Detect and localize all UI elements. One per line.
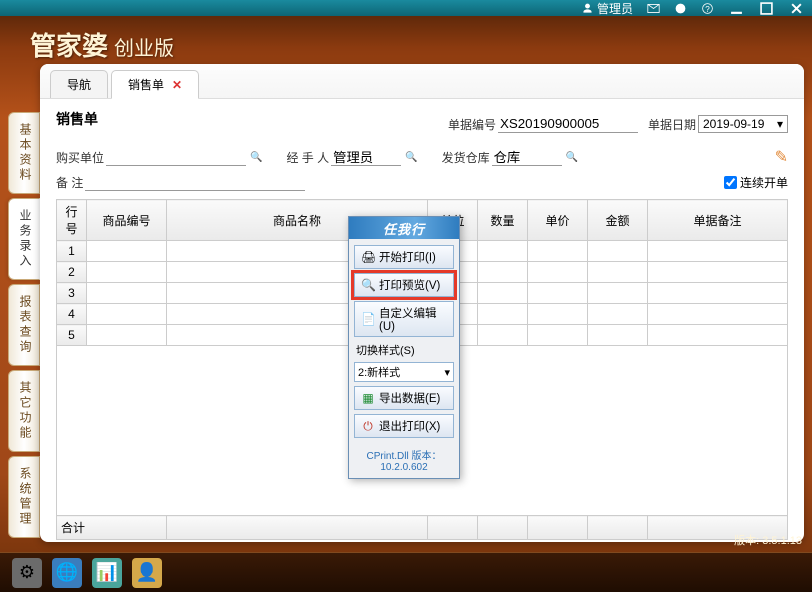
chevron-down-icon: ▾ <box>777 117 783 131</box>
minimize-button[interactable] <box>728 1 744 15</box>
chevron-down-icon: ▾ <box>444 366 450 379</box>
order-date-label: 单据日期 <box>648 116 696 133</box>
warehouse-label: 发货仓库 <box>442 149 490 166</box>
help-icon[interactable]: ? <box>701 2 714 15</box>
title-bar: 管理员 ? <box>0 0 812 16</box>
order-no-field[interactable] <box>498 115 638 133</box>
edit-template-icon: 📄 <box>361 312 375 326</box>
start-print-label: 开始打印(I) <box>379 249 436 265</box>
printer-icon: 🖨 <box>361 250 375 264</box>
exit-print-button[interactable]: ⏻ 退出打印(X) <box>354 414 454 438</box>
tab-sales-order-label: 销售单 <box>128 76 164 93</box>
print-dialog: 任我行 🖨 开始打印(I) 🔍 打印预览(V) 📄 自定义编辑(U) 切换样式(… <box>348 216 460 479</box>
weibo-icon[interactable] <box>674 2 687 15</box>
task-icon-4[interactable]: 👤 <box>132 558 162 588</box>
preview-icon: 🔍 <box>361 278 375 292</box>
export-label: 导出数据(E) <box>379 390 440 406</box>
col-rownum: 行号 <box>57 200 87 241</box>
tab-basic-info[interactable]: 基本资料 <box>8 112 40 194</box>
user-indicator[interactable]: 管理员 <box>581 0 633 17</box>
order-no-label: 单据编号 <box>448 116 496 133</box>
custom-edit-label: 自定义编辑(U) <box>379 305 447 333</box>
continuous-checkbox-input[interactable] <box>724 176 737 189</box>
content-tabs: 导航 销售单 ✕ <box>40 64 804 99</box>
rownum-cell: 4 <box>57 304 87 325</box>
col-code: 商品编号 <box>87 200 167 241</box>
order-date-field[interactable]: 2019-09-19 ▾ <box>698 115 788 133</box>
col-remark: 单据备注 <box>648 200 788 241</box>
edit-icon[interactable]: ✎ <box>775 147 788 167</box>
tab-other[interactable]: 其它功能 <box>8 370 40 452</box>
continuous-label: 连续开单 <box>740 174 788 191</box>
task-icon-3[interactable]: 📊 <box>92 558 122 588</box>
rownum-cell: 5 <box>57 325 87 346</box>
user-label: 管理员 <box>597 0 633 17</box>
footer-label: 合计 <box>57 516 167 540</box>
buyer-label: 购买单位 <box>56 149 104 166</box>
continuous-checkbox[interactable]: 连续开单 <box>724 174 788 191</box>
tab-sales-order[interactable]: 销售单 ✕ <box>111 70 199 99</box>
col-qty: 数量 <box>478 200 528 241</box>
handler-label: 经 手 人 <box>286 149 329 166</box>
print-preview-button[interactable]: 🔍 打印预览(V) <box>354 273 454 297</box>
handler-field[interactable] <box>331 148 401 166</box>
version-label: 版本: 3.5.1.13 <box>734 532 802 548</box>
app-edition: 创业版 <box>114 32 174 61</box>
order-date-value: 2019-09-19 <box>703 117 764 131</box>
col-amount: 金额 <box>588 200 648 241</box>
warehouse-field[interactable] <box>492 148 562 166</box>
tab-reports[interactable]: 报表查询 <box>8 284 40 366</box>
switch-style-label: 切换样式(S) <box>354 341 454 358</box>
dialog-footer: CPrint.Dll 版本：10.2.0.602 <box>349 444 459 478</box>
exit-print-label: 退出打印(X) <box>379 418 440 434</box>
rownum-cell: 2 <box>57 262 87 283</box>
dialog-banner: 任我行 <box>349 217 459 239</box>
col-price: 单价 <box>528 200 588 241</box>
form-area: 销售单 单据编号 单据日期 2019-09-19 ▾ <box>40 99 804 199</box>
side-nav: 基本资料 业务录入 报表查询 其它功能 系统管理 <box>8 64 40 542</box>
mail-icon[interactable] <box>647 2 660 15</box>
export-icon: ▦ <box>361 391 375 405</box>
close-button[interactable] <box>788 1 804 15</box>
style-value: 2:新样式 <box>358 364 400 380</box>
exit-icon: ⏻ <box>361 419 375 434</box>
tab-navigation-label: 导航 <box>67 76 91 93</box>
page-title: 销售单 <box>56 109 98 129</box>
task-icon-2[interactable]: 🌐 <box>52 558 82 588</box>
note-label: 备 注 <box>56 174 83 191</box>
rownum-cell: 1 <box>57 241 87 262</box>
maximize-button[interactable] <box>758 1 774 15</box>
print-preview-label: 打印预览(V) <box>379 277 440 293</box>
lookup-icon[interactable]: 🔍 <box>250 152 262 163</box>
custom-edit-button[interactable]: 📄 自定义编辑(U) <box>354 301 454 337</box>
tab-business-entry[interactable]: 业务录入 <box>8 198 40 280</box>
lookup-icon[interactable]: 🔍 <box>566 152 578 163</box>
taskbar: ⚙ 🌐 📊 👤 <box>0 552 812 592</box>
note-field[interactable] <box>85 173 305 191</box>
svg-text:?: ? <box>705 4 710 13</box>
app-name: 管家婆 <box>30 26 108 63</box>
buyer-field[interactable] <box>106 148 246 166</box>
close-icon[interactable]: ✕ <box>172 78 182 92</box>
rownum-cell: 3 <box>57 283 87 304</box>
style-select[interactable]: 2:新样式 ▾ <box>354 362 454 382</box>
lookup-icon[interactable]: 🔍 <box>405 152 417 163</box>
user-icon <box>581 2 594 15</box>
tab-navigation[interactable]: 导航 <box>50 70 108 98</box>
start-print-button[interactable]: 🖨 开始打印(I) <box>354 245 454 269</box>
task-icon-1[interactable]: ⚙ <box>12 558 42 588</box>
export-button[interactable]: ▦ 导出数据(E) <box>354 386 454 410</box>
tab-system[interactable]: 系统管理 <box>8 456 40 538</box>
